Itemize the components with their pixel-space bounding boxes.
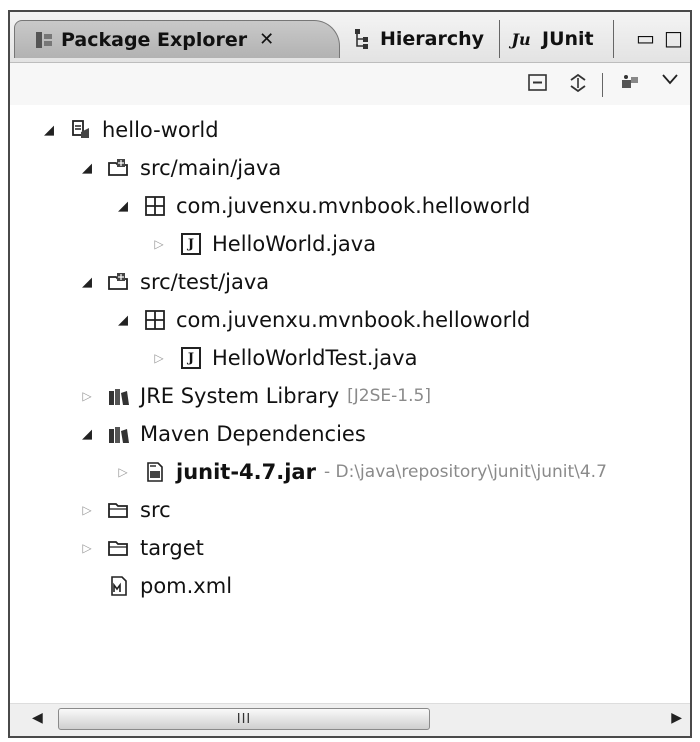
collapse-arrow-icon[interactable]: ▷ [78,503,96,517]
tree-item-library[interactable]: ▷ JRE System Library [J2SE-1.5] [78,378,431,414]
collapse-arrow-icon[interactable]: ▷ [150,351,168,365]
folder-icon [106,535,132,561]
expand-arrow-icon[interactable]: ◢ [114,313,132,328]
tab-label: Hierarchy [380,28,485,50]
tree-item-label: src [140,498,171,522]
collapse-arrow-icon[interactable]: ▷ [150,237,168,251]
link-with-editor-icon[interactable] [564,69,592,97]
jar-icon [142,459,168,485]
scroll-right-icon[interactable]: ▶ [671,710,682,726]
tree-item-label: src/test/java [140,270,270,294]
tree-item-java-file[interactable]: ▷ J HelloWorldTest.java [150,340,417,376]
source-folder-icon [106,269,132,295]
tree-item-java-file[interactable]: ▷ J HelloWorld.java [150,226,376,262]
tree-item-source-folder[interactable]: ◢ src/main/java [78,150,281,186]
tree-item-label: com.juvenxu.mvnbook.helloworld [176,308,531,332]
toolbar-separator [602,73,603,97]
hierarchy-icon [352,28,374,50]
library-icon [106,383,132,409]
project-icon [68,117,94,143]
scroll-left-icon[interactable]: ◀ [32,710,43,726]
tree-item-decoration: - D:\java\repository\junit\junit\4.7 [323,462,607,482]
tree-item-decoration: [J2SE-1.5] [347,386,431,406]
tree-item-label: com.juvenxu.mvnbook.helloworld [176,194,531,218]
junit-icon: Ju [511,29,531,49]
close-icon[interactable]: ✕ [259,29,274,50]
expand-arrow-icon[interactable]: ◢ [78,275,96,290]
collapse-arrow-icon[interactable]: ▷ [78,541,96,555]
filter-icon[interactable] [616,69,644,97]
source-folder-icon [106,155,132,181]
tree-item-folder[interactable]: ▷ target [78,530,204,566]
view-toolbar [10,63,690,105]
maximize-icon[interactable]: □ [664,26,683,50]
tree-item-label: pom.xml [140,574,233,598]
package-icon [142,193,168,219]
package-explorer-icon [33,29,55,51]
package-icon [142,307,168,333]
expand-arrow-icon[interactable]: ◢ [40,123,58,138]
tree-item-file[interactable]: pom.xml [78,568,232,604]
view-menu-icon[interactable] [656,65,684,93]
collapse-arrow-icon[interactable]: ▷ [114,465,132,479]
folder-icon [106,497,132,523]
library-icon [106,421,132,447]
tab-package-explorer[interactable]: Package Explorer ✕ [14,20,340,58]
tree-item-label: HelloWorldTest.java [212,346,418,370]
tree-item-label: HelloWorld.java [212,232,377,256]
tab-hierarchy[interactable]: Hierarchy [342,20,500,58]
scrollbar-grip: III [236,711,252,727]
horizontal-scrollbar[interactable]: ◀ III ▶ [10,703,690,736]
package-explorer-view: Package Explorer ✕ Hierarchy Ju JUnit ▭ … [8,10,692,738]
package-tree: ◢ hello-world ◢ src/main/java ◢ com.juve… [10,112,690,696]
tree-item-jar[interactable]: ▷ junit-4.7.jar - D:\java\repository\jun… [114,454,607,490]
tree-item-label: JRE System Library [140,384,340,408]
tree-item-folder[interactable]: ▷ src [78,492,171,528]
tree-item-package[interactable]: ◢ com.juvenxu.mvnbook.helloworld [114,302,530,338]
tree-item-label: junit-4.7.jar [176,460,316,484]
tab-label: Package Explorer [61,28,248,51]
expand-arrow-icon[interactable]: ◢ [78,161,96,176]
collapse-all-icon[interactable] [524,69,552,97]
tree-item-label: hello-world [102,118,219,142]
expand-arrow-icon[interactable]: ◢ [78,427,96,442]
tree-item-package[interactable]: ◢ com.juvenxu.mvnbook.helloworld [114,188,530,224]
tree-item-label: src/main/java [140,156,282,180]
tree-item-project[interactable]: ◢ hello-world [40,112,219,148]
tree-item-label: Maven Dependencies [140,422,366,446]
java-file-icon: J [178,345,204,371]
expand-arrow-icon[interactable]: ◢ [114,199,132,214]
tree-item-source-folder[interactable]: ◢ src/test/java [78,264,269,300]
java-file-icon: J [178,231,204,257]
scrollbar-thumb[interactable]: III [58,708,430,730]
view-tab-bar: Package Explorer ✕ Hierarchy Ju JUnit ▭ … [10,12,690,63]
tree-item-label: target [140,536,204,560]
tab-junit[interactable]: Ju JUnit [502,20,614,58]
maven-pom-icon [106,573,132,599]
minimize-icon[interactable]: ▭ [636,26,655,50]
tab-label: JUnit [542,28,594,50]
collapse-arrow-icon[interactable]: ▷ [78,389,96,403]
tree-item-library[interactable]: ◢ Maven Dependencies [78,416,366,452]
